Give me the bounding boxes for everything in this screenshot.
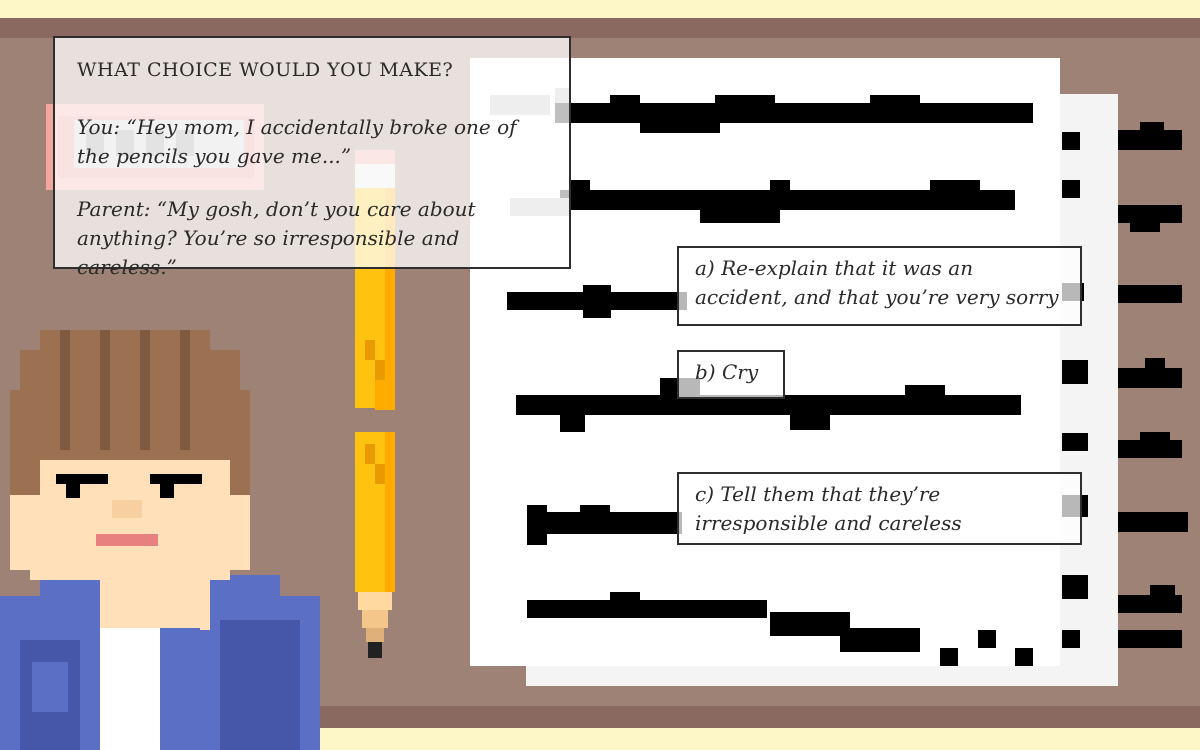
- choice-c-button[interactable]: c) Tell them that they’re irresponsible …: [677, 472, 1082, 545]
- choice-b-button[interactable]: b) Cry: [677, 350, 785, 399]
- dialog-you-line: You: “Hey mom, I accidentally broke one …: [77, 115, 517, 168]
- dialog-parent-line: Parent: “My gosh, don’t you care about a…: [77, 197, 476, 279]
- dialog-prompt: WHAT CHOICE WOULD YOU MAKE?: [77, 59, 454, 81]
- choice-a-button[interactable]: a) Re-explain that it was an accident, a…: [677, 246, 1082, 326]
- dialog-box: WHAT CHOICE WOULD YOU MAKE? You: “Hey mo…: [53, 36, 571, 279]
